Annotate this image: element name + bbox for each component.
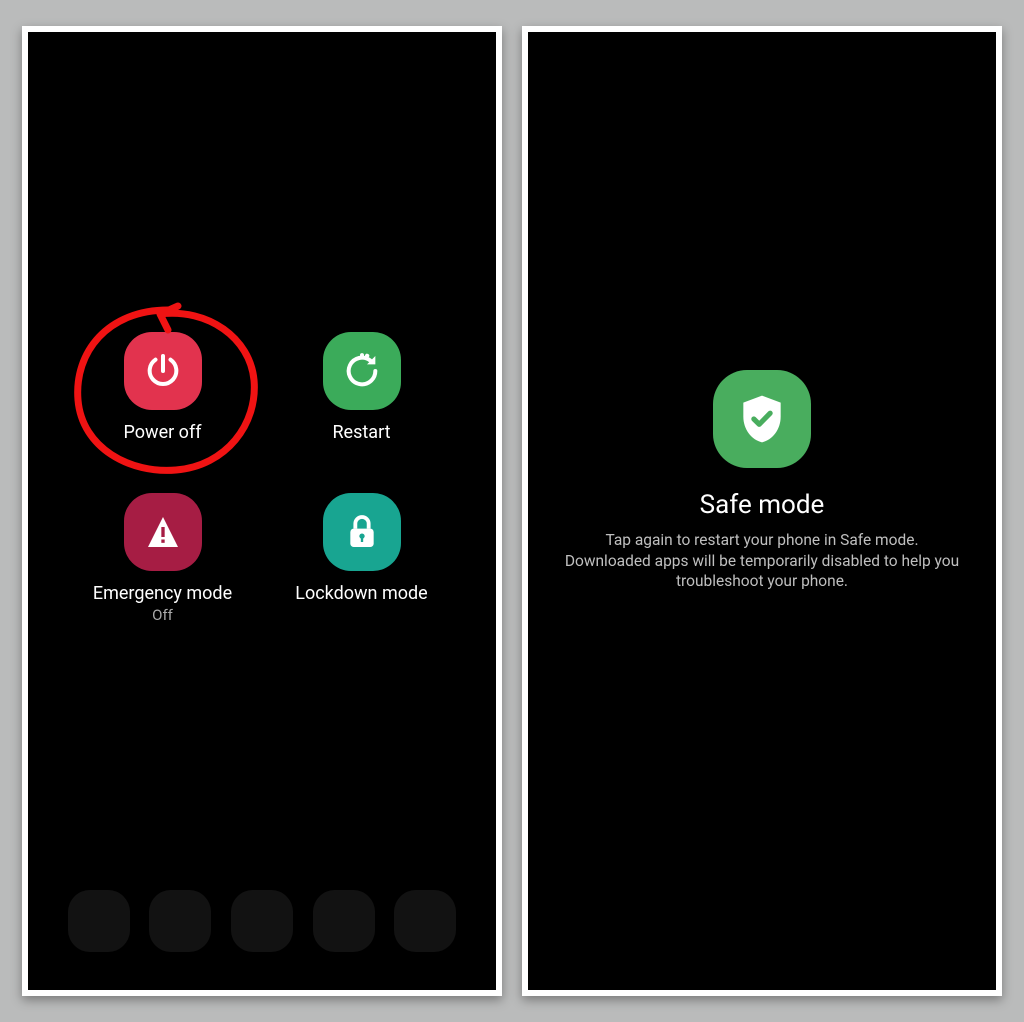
safe-mode-title: Safe mode: [700, 490, 825, 520]
power-icon: [124, 332, 202, 410]
emergency-mode-status: Off: [152, 606, 173, 624]
power-options-grid: Power off Restart Emergen: [28, 332, 496, 624]
safe-mode-screen: Safe mode Tap again to restart your phon…: [522, 26, 1002, 996]
emergency-icon: [124, 493, 202, 571]
safe-mode-description: Tap again to restart your phone in Safe …: [562, 530, 962, 593]
safe-mode-prompt[interactable]: Safe mode Tap again to restart your phon…: [528, 26, 996, 960]
emergency-mode-button[interactable]: Emergency mode Off: [68, 493, 257, 624]
dock-blur: [58, 890, 466, 970]
power-off-label: Power off: [124, 422, 202, 443]
power-off-button[interactable]: Power off: [68, 332, 257, 443]
restart-label: Restart: [332, 422, 390, 443]
restart-icon: [323, 332, 401, 410]
emergency-mode-label: Emergency mode: [93, 583, 232, 604]
lockdown-mode-label: Lockdown mode: [295, 583, 427, 604]
lockdown-mode-button[interactable]: Lockdown mode: [267, 493, 456, 624]
power-menu-screen: Power off Restart Emergen: [22, 26, 502, 996]
lockdown-icon: [323, 493, 401, 571]
shield-check-icon: [713, 370, 811, 468]
restart-button[interactable]: Restart: [267, 332, 456, 443]
